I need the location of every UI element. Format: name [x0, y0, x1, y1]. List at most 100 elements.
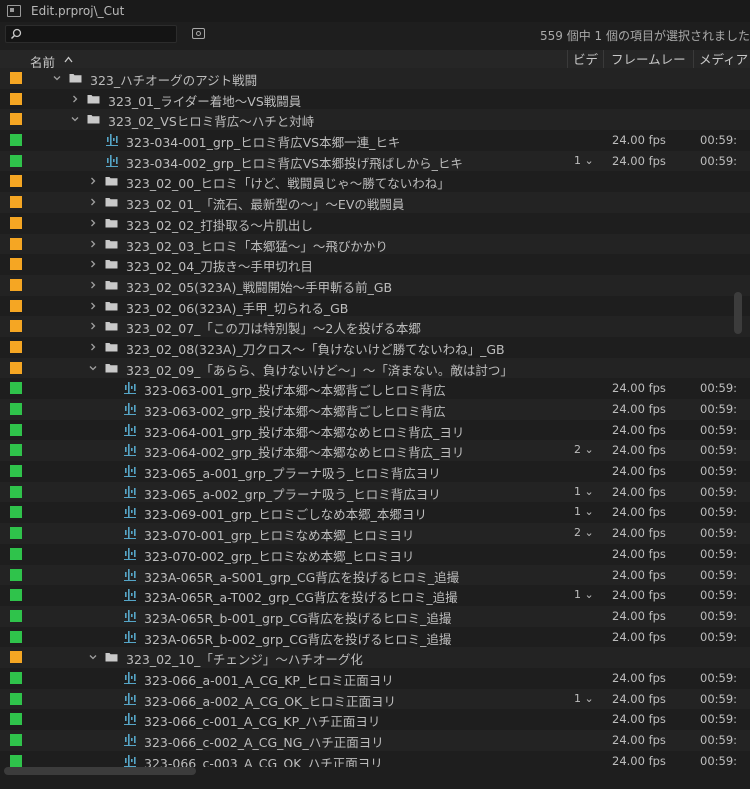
label-color-swatch[interactable] [10, 568, 22, 581]
label-color-swatch[interactable] [10, 278, 22, 291]
sequence-row[interactable]: 323-066_a-002_A_CG_OK_ヒロミ正面ヨリ 1 ⌄ 24.00 fp… [0, 688, 750, 710]
column-framerate-header[interactable]: フレームレー [603, 50, 693, 70]
sequence-row[interactable]: 323-065_a-001_grp_プラーナ吸う_ヒロミ背広ヨリ 24.00 fp… [0, 461, 750, 482]
label-color-swatch[interactable] [10, 754, 22, 767]
video-channel-value[interactable]: 1 ⌄ [574, 505, 594, 518]
new-search-bin-icon[interactable] [192, 28, 205, 39]
sequence-row[interactable]: 323-065_a-002_grp_プラーナ吸う_ヒロミ背広ヨリ 1 ⌄ 24.00… [0, 481, 750, 503]
vertical-scrollbar[interactable] [734, 70, 742, 767]
label-color-swatch[interactable] [10, 589, 22, 602]
sequence-row[interactable]: 323A-065R_a-S001_grp_CG背広を投げるヒロミ_追撮 24.00… [0, 564, 750, 586]
bin-row[interactable]: 323_02_00_ヒロミ「けど、戦闘員じゃ〜勝てないわね」 [0, 171, 750, 193]
chevron-right-icon[interactable] [88, 321, 98, 331]
sequence-row[interactable]: 323A-065R_b-001_grp_CG背広を投げるヒロミ_追撮 24.00 … [0, 605, 750, 627]
sequence-row[interactable]: 323-069-001_grp_ヒロミごしなめ本郷_本郷ヨリ 1 ⌄ 24.00 f… [0, 502, 750, 524]
bin-row[interactable]: 323_02_05(323A)_戦闘開始〜手甲斬る前_GB [0, 274, 750, 296]
chevron-down-icon[interactable] [88, 652, 98, 662]
vertical-scroll-thumb[interactable] [734, 292, 742, 334]
chevron-right-icon[interactable] [88, 301, 98, 311]
horizontal-scrollbar[interactable] [4, 766, 746, 776]
label-color-swatch[interactable] [10, 237, 22, 250]
chevron-right-icon[interactable] [88, 239, 98, 249]
chevron-down-icon[interactable] [52, 73, 62, 83]
sequence-row[interactable]: 323A-065R_a-T002_grp_CG背広を投げるヒロミ_追撮 1 ⌄ 24… [0, 585, 750, 606]
label-color-swatch[interactable] [10, 216, 22, 229]
label-color-swatch[interactable] [10, 258, 22, 271]
label-color-swatch[interactable] [10, 671, 22, 684]
sequence-row[interactable]: 323-034-002_grp_ヒロミ背広VS本郷投げ飛ばしから_ヒキ 1 ⌄ 24… [0, 150, 750, 172]
bin-row[interactable]: 323_02_09_「あらら、負けないけど〜」〜「済まない。敵は討つ」 [0, 357, 750, 379]
label-color-swatch[interactable] [10, 630, 22, 643]
label-color-swatch[interactable] [10, 527, 22, 540]
search-box[interactable] [5, 25, 177, 43]
label-color-swatch[interactable] [10, 72, 22, 84]
label-color-swatch[interactable] [10, 465, 22, 478]
label-color-swatch[interactable] [10, 320, 22, 333]
chevron-right-icon[interactable] [88, 197, 98, 207]
chevron-right-icon[interactable] [88, 280, 98, 290]
label-color-swatch[interactable] [10, 134, 22, 147]
sequence-row[interactable]: 323-066_a-001_A_CG_KP_ヒロミ正面ヨリ 24.00 fps 00… [0, 667, 750, 689]
sort-ascending-icon[interactable] [64, 56, 73, 63]
label-color-swatch[interactable] [10, 692, 22, 705]
label-color-swatch[interactable] [10, 92, 22, 105]
bin-row[interactable]: 323_02_VSヒロミ背広〜ハチと対峙 [0, 109, 750, 131]
column-media-header[interactable]: メディア [693, 50, 750, 70]
label-color-swatch[interactable] [10, 444, 22, 457]
sequence-row[interactable]: 323-070-001_grp_ヒロミなめ本郷_ヒロミヨリ 2 ⌄ 24.00 fp… [0, 523, 750, 544]
bin-row[interactable]: 323_02_08(323A)_刀クロス〜「負けないけど勝てないわね」_GB [0, 336, 750, 358]
horizontal-scroll-thumb[interactable] [4, 767, 196, 775]
label-color-swatch[interactable] [10, 113, 22, 126]
label-color-swatch[interactable] [10, 506, 22, 519]
sequence-row[interactable]: 323-066_c-003_A_CG_OK_ハチ正面ヨリ 24.00 fps 00:… [0, 750, 750, 767]
video-channel-value[interactable]: 2 ⌄ [574, 443, 594, 456]
bin-row[interactable]: 323_02_04_刀抜き〜手甲切れ目 [0, 254, 750, 275]
label-color-swatch[interactable] [10, 609, 22, 622]
video-channel-value[interactable]: 1 ⌄ [574, 154, 594, 167]
chevron-right-icon[interactable] [88, 176, 98, 186]
bin-row[interactable]: 323_02_10_「チェンジ」〜ハチオーグ化 [0, 647, 750, 668]
video-channel-value[interactable]: 1 ⌄ [574, 485, 594, 498]
label-color-swatch[interactable] [10, 547, 22, 560]
search-input[interactable] [24, 27, 174, 41]
label-color-swatch[interactable] [10, 361, 22, 374]
label-color-swatch[interactable] [10, 423, 22, 436]
bin-row[interactable]: 323_02_06(323A)_手甲_切られる_GB [0, 295, 750, 317]
video-channel-value[interactable]: 1 ⌄ [574, 692, 594, 705]
bin-row[interactable]: 323_02_01_「流石、最新型の〜」〜EVの戦闘員 [0, 192, 750, 213]
bin-row[interactable]: 323_02_07_「この刀は特別製」〜2人を投げる本郷 [0, 316, 750, 337]
label-color-swatch[interactable] [10, 196, 22, 209]
label-color-swatch[interactable] [10, 175, 22, 188]
chevron-down-icon[interactable] [70, 114, 80, 124]
label-color-swatch[interactable] [10, 382, 22, 395]
chevron-down-icon[interactable] [88, 363, 98, 373]
panel-menu-icon[interactable] [7, 5, 21, 17]
sequence-row[interactable]: 323-034-001_grp_ヒロミ背広VS本郷一連_ヒキ 24.00 fps 0… [0, 130, 750, 151]
sequence-row[interactable]: 323-066_c-002_A_CG_NG_ハチ正面ヨリ 24.00 fps 00:… [0, 730, 750, 751]
sequence-row[interactable]: 323A-065R_b-002_grp_CG背広を投げるヒロミ_追撮 24.00 … [0, 626, 750, 648]
column-video-header[interactable]: ビデ [567, 50, 603, 70]
sequence-row[interactable]: 323-070-002_grp_ヒロミなめ本郷_ヒロミヨリ 24.00 fps 00… [0, 543, 750, 565]
label-color-swatch[interactable] [10, 713, 22, 726]
label-color-swatch[interactable] [10, 340, 22, 353]
label-color-swatch[interactable] [10, 154, 22, 167]
video-channel-value[interactable]: 2 ⌄ [574, 526, 594, 539]
bin-row[interactable]: 323_01_ライダー着地〜VS戦闘員 [0, 88, 750, 110]
bin-row[interactable]: 323_ハチオーグのアジト戦闘 [0, 68, 750, 89]
video-channel-value[interactable]: 1 ⌄ [574, 588, 594, 601]
label-color-swatch[interactable] [10, 651, 22, 664]
label-color-swatch[interactable] [10, 485, 22, 498]
sequence-row[interactable]: 323-066_c-001_A_CG_KP_ハチ正面ヨリ 24.00 fps 00:… [0, 709, 750, 730]
sequence-row[interactable]: 323-063-001_grp_投げ本郷〜本郷背ごしヒロミ背広 24.00 fps… [0, 378, 750, 399]
label-color-swatch[interactable] [10, 734, 22, 746]
sequence-row[interactable]: 323-064-001_grp_投げ本郷〜本郷なめヒロミ背広_ヨリ 24.00 f… [0, 419, 750, 441]
sequence-row[interactable]: 323-063-002_grp_投げ本郷〜本郷背ごしヒロミ背広 24.00 fps… [0, 399, 750, 420]
sequence-row[interactable]: 323-064-002_grp_投げ本郷〜本郷なめヒロミ背広_ヨリ 2 ⌄ 24.0… [0, 440, 750, 462]
chevron-right-icon[interactable] [88, 259, 98, 269]
bin-row[interactable]: 323_02_02_打掛取る〜片肌出し [0, 212, 750, 234]
bin-row[interactable]: 323_02_03_ヒロミ「本郷猛〜」〜飛びかかり [0, 233, 750, 255]
chevron-right-icon[interactable] [88, 218, 98, 228]
label-color-swatch[interactable] [10, 299, 22, 312]
chevron-right-icon[interactable] [88, 342, 98, 352]
label-color-swatch[interactable] [10, 403, 22, 415]
